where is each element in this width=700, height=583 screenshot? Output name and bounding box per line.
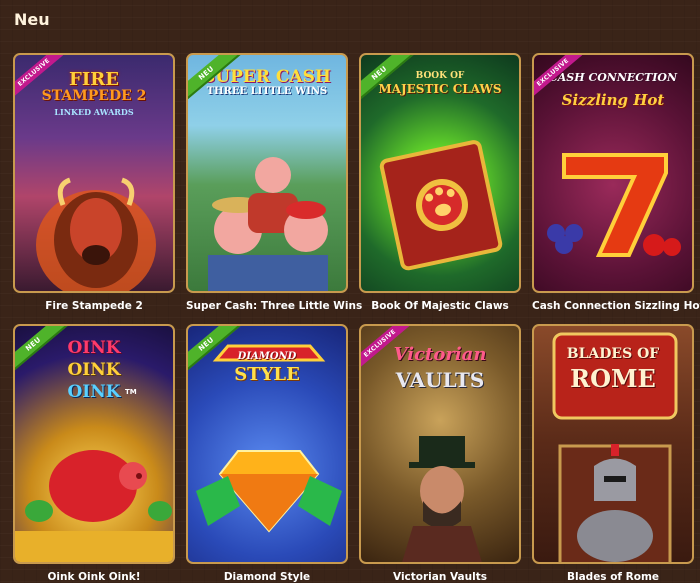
game-logo-line-2: Sizzling Hot [561,91,665,109]
game-title[interactable]: Victorian Vaults [359,571,521,583]
game-logo-line-1: Victorian [393,344,487,365]
trademark-label: TM [125,388,137,396]
game-tile-victorian-vaults[interactable]: Victorian VAULTS EXCLUSIVE Victorian Vau… [359,324,521,583]
game-title[interactable]: Blades of Rome [532,571,694,583]
game-thumbnail[interactable]: BLADES OF ROME [532,324,694,564]
game-title[interactable]: Diamond Style [186,571,348,583]
game-thumbnail[interactable]: DIAMOND STYLE NEU [186,324,348,564]
game-logo-line-2: OINK [67,360,121,380]
game-logo-line-1: DIAMOND [237,351,297,362]
game-logo-line-2: ROME [570,364,656,393]
game-tile-diamond-style[interactable]: DIAMOND STYLE NEU Diamond Style [186,324,348,583]
game-thumbnail[interactable]: SUPER CASH THREE LITTLE WINS NEU [186,53,348,293]
game-thumbnail[interactable]: BOOK OF MAJESTIC CLAWS NEU [359,53,521,293]
game-thumbnail[interactable]: Victorian VAULTS EXCLUSIVE [359,324,521,564]
game-logo-line-1: BLADES OF [566,346,660,362]
game-logo-line-2: STAMPEDE 2 [41,88,147,104]
game-tile-oink-oink-oink[interactable]: OINK OINK OINK TM NEU Oink Oink Oink! [13,324,175,583]
game-title[interactable]: Oink Oink Oink! [13,571,175,583]
game-title[interactable]: Cash Connection Sizzling Hot [532,300,700,312]
game-thumbnail[interactable]: FIRE STAMPEDE 2 LINKED AWARDS EXCLUSIVE [13,53,175,293]
section-title: Neu [14,10,50,29]
game-thumbnail[interactable]: CASH CONNECTION Sizzling Hot EXCLUSIVE [532,53,694,293]
game-title[interactable]: Super Cash: Three Little Wins [186,300,362,312]
game-title[interactable]: Fire Stampede 2 [13,300,175,312]
game-tile-fire-stampede-2[interactable]: FIRE STAMPEDE 2 LINKED AWARDS EXCLUSIVE … [13,53,175,312]
game-tile-book-of-majestic-claws[interactable]: BOOK OF MAJESTIC CLAWS NEU Book Of Majes… [359,53,521,312]
game-logo-line-3: LINKED AWARDS [54,107,134,117]
game-logo-line-2: STYLE [234,364,300,385]
game-title[interactable]: Book Of Majestic Claws [359,300,521,312]
game-tile-super-cash[interactable]: SUPER CASH THREE LITTLE WINS NEU Super C… [186,53,362,312]
game-tile-cash-connection-sizzling-hot[interactable]: CASH CONNECTION Sizzling Hot EXCLUSIVE C… [532,53,700,312]
game-logo-line-2: THREE LITTLE WINS [206,86,328,97]
game-thumbnail[interactable]: OINK OINK OINK TM NEU [13,324,175,564]
game-logo-line-2: VAULTS [395,368,485,392]
game-logo-line-3: OINK [67,382,121,402]
game-tile-blades-of-rome[interactable]: BLADES OF ROME Blades of Rome [532,324,694,583]
game-logo-line-2: MAJESTIC CLAWS [378,82,502,96]
